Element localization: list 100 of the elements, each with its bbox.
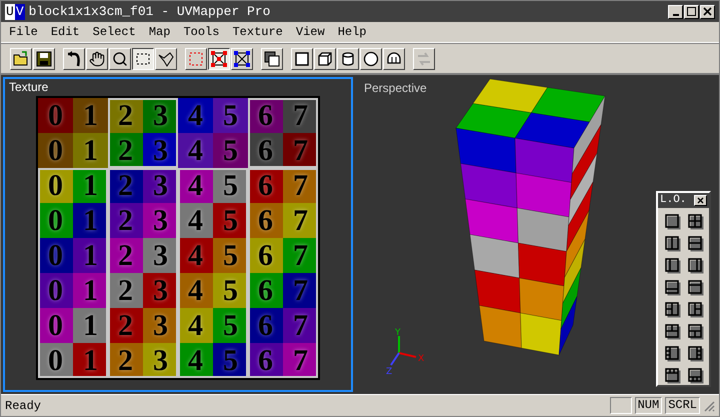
- texture-tile: 5: [213, 238, 248, 273]
- texture-tile: 1: [73, 238, 108, 273]
- layout-icon[interactable]: [665, 324, 681, 340]
- toolbar-button[interactable]: [132, 48, 154, 70]
- texture-tile: 4: [178, 238, 213, 273]
- circle-icon: [363, 50, 379, 66]
- minimize-icon: [672, 14, 678, 16]
- dome-icon: [386, 50, 402, 66]
- texture-tile: 2: [108, 203, 143, 238]
- texture-tile: 3: [143, 238, 178, 273]
- texture-tile: 5: [213, 308, 248, 343]
- texture-tile: 2: [108, 273, 143, 308]
- texture-tile: 6: [248, 238, 283, 273]
- vertex-box-icon: [211, 50, 227, 66]
- dashed-square-icon: [188, 50, 204, 66]
- close-button[interactable]: [700, 4, 715, 18]
- texture-tile: 3: [143, 273, 178, 308]
- close-icon: [703, 7, 712, 16]
- toolbar-button[interactable]: [208, 48, 230, 70]
- uv-island-outline[interactable]: [108, 98, 178, 168]
- texture-tile: 0: [38, 308, 73, 343]
- minimize-button[interactable]: [668, 4, 683, 18]
- texture-tile: 1: [73, 203, 108, 238]
- texture-tile: 0: [38, 133, 73, 168]
- maximize-button[interactable]: [684, 4, 699, 18]
- menu-item[interactable]: View: [296, 23, 325, 41]
- palette-title: L.O.: [660, 195, 686, 206]
- texture-tile: 1: [73, 273, 108, 308]
- menu-item[interactable]: Edit: [50, 23, 80, 41]
- layout-icon[interactable]: [688, 280, 704, 296]
- crossed-box-icon: [234, 50, 250, 66]
- layout-icon[interactable]: [665, 236, 681, 252]
- menu-item[interactable]: File: [9, 23, 38, 41]
- layout-icon[interactable]: [688, 302, 704, 318]
- dashed-rectangle-icon: [135, 50, 151, 66]
- uv-island-outline[interactable]: [178, 168, 248, 378]
- menu-item[interactable]: Map: [148, 23, 170, 41]
- texture-tile: 4: [178, 308, 213, 343]
- resize-grip-icon[interactable]: [703, 400, 715, 412]
- texture-tile: 5: [213, 273, 248, 308]
- layout-icon[interactable]: [665, 258, 681, 274]
- texture-tile: 2: [108, 238, 143, 273]
- menu-item[interactable]: Select: [92, 23, 136, 41]
- layout-icon[interactable]: [665, 368, 681, 384]
- texture-tile: 7: [283, 203, 318, 238]
- texture-tile: 1: [73, 308, 108, 343]
- curved-arrow-icon: [66, 50, 82, 66]
- layout-icon[interactable]: [688, 258, 704, 274]
- layout-icon[interactable]: [688, 346, 704, 362]
- texture-tile: 6: [248, 273, 283, 308]
- texture-tile: 2: [108, 308, 143, 343]
- texture-tile: 1: [73, 133, 108, 168]
- axis-gizmo: Y X Z: [381, 327, 429, 375]
- menu-item[interactable]: Tools: [183, 23, 220, 41]
- open-folder-icon: [13, 50, 29, 66]
- layout-icon[interactable]: [688, 324, 704, 340]
- app-logo: UV: [5, 4, 25, 20]
- texture-tile: 7: [283, 238, 318, 273]
- hand-icon: [89, 50, 105, 66]
- texture-tile: 5: [213, 203, 248, 238]
- swap-arrows-icon: [416, 50, 432, 66]
- texture-tile: 5: [213, 98, 248, 133]
- uv-island-outline[interactable]: [108, 168, 178, 378]
- view-title: Texture: [8, 79, 50, 94]
- status-indicator: SCRL: [665, 397, 700, 414]
- menu-item[interactable]: Help: [338, 23, 367, 41]
- texture-tile: 3: [143, 203, 178, 238]
- uv-island-outline[interactable]: [38, 168, 108, 378]
- menu-item[interactable]: Texture: [232, 23, 283, 41]
- magnifier-icon: [112, 50, 128, 66]
- layout-icon[interactable]: [688, 236, 704, 252]
- texture-tile: 5: [213, 133, 248, 168]
- cube-icon: [317, 50, 333, 66]
- layout-icon[interactable]: [688, 368, 704, 384]
- status-indicator: [610, 397, 632, 414]
- square-icon: [294, 50, 310, 66]
- texture-view[interactable]: Texture 0 1 2 3 4 5 6 7 0 1 2 3 4 5 6 7 0 1 2 3 4 5 6 7 0 1 2 3 4 5 6 7 0 1 2 3 4 5 6 7 0 1 2 3 4 5 6 7 0 1 2 3 4 5 6 7 0 1 2 3 4 5 6 7: [3, 77, 353, 392]
- layout-icon[interactable]: [665, 346, 681, 362]
- close-icon: [697, 197, 704, 204]
- texture-tile: 3: [143, 308, 178, 343]
- uv-island-outline[interactable]: [248, 168, 318, 378]
- maximize-icon: [687, 7, 696, 16]
- texture-tile: 6: [248, 308, 283, 343]
- view-title: Perspective: [364, 80, 427, 97]
- cylinder-icon: [340, 50, 356, 66]
- texture-tile: 4: [178, 98, 213, 133]
- texture-tile: 4: [178, 273, 213, 308]
- texture-tile: 0: [38, 98, 73, 133]
- layout-icon[interactable]: [665, 214, 681, 230]
- close-button[interactable]: [694, 195, 707, 206]
- uv-island-outline[interactable]: [248, 98, 318, 168]
- texture-tile: 7: [283, 273, 318, 308]
- lasso-icon: [158, 50, 174, 66]
- layout-icon[interactable]: [665, 280, 681, 296]
- status-text: Ready: [5, 398, 42, 414]
- texture-tile: 0: [38, 273, 73, 308]
- layout-icon[interactable]: [665, 302, 681, 318]
- texture-tile: 0: [38, 238, 73, 273]
- texture-tile: 4: [178, 203, 213, 238]
- layout-icon[interactable]: [688, 214, 704, 230]
